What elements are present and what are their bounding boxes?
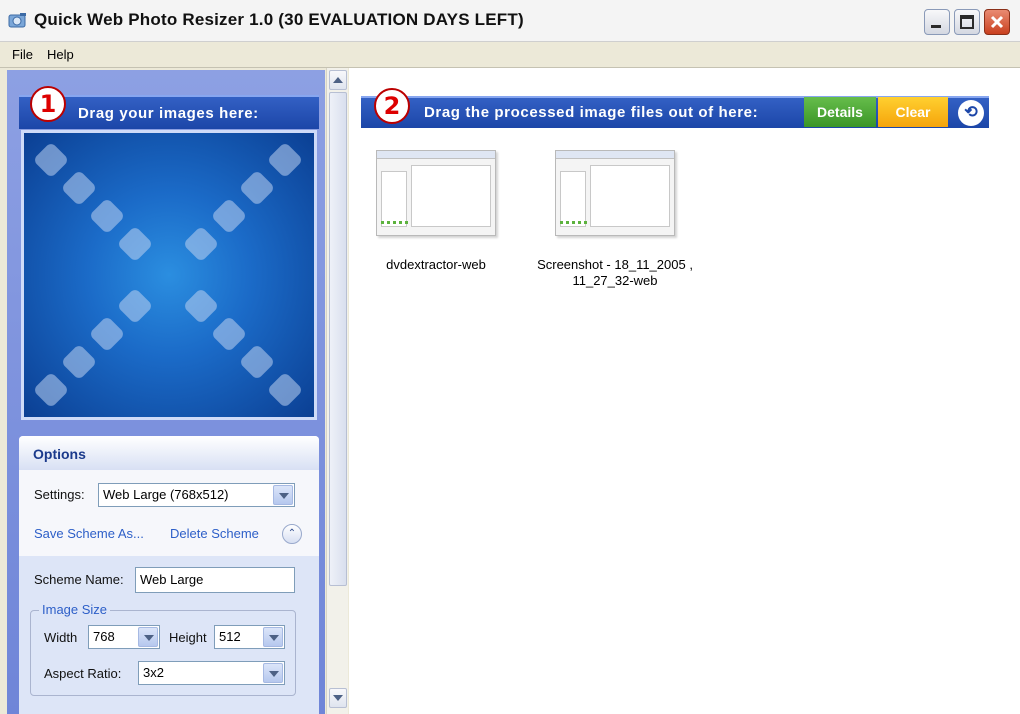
minimize-button[interactable] <box>924 9 950 35</box>
aspect-ratio-label: Aspect Ratio: <box>44 666 122 681</box>
width-value: 768 <box>93 629 115 644</box>
decor-diamond <box>116 225 154 263</box>
maximize-button[interactable] <box>954 9 980 35</box>
thumbnail-sidebar <box>381 171 407 227</box>
scroll-down-arrow-icon[interactable] <box>329 688 347 708</box>
chevron-down-icon[interactable] <box>138 627 158 647</box>
height-label: Height <box>169 630 207 645</box>
scroll-up-arrow-icon[interactable] <box>329 70 347 90</box>
output-thumbnail[interactable] <box>555 150 675 236</box>
width-label: Width <box>44 630 78 645</box>
chevron-down-icon[interactable] <box>263 663 283 683</box>
title-bar: Quick Web Photo Resizer 1.0 (30 EVALUATI… <box>0 0 1020 42</box>
thumbnail-main <box>411 165 491 227</box>
step-1-badge: 1 <box>30 86 66 122</box>
maximize-icon <box>960 15 974 29</box>
options-header: Options <box>19 436 319 470</box>
save-scheme-link[interactable]: Save Scheme As... <box>34 526 144 541</box>
scheme-name-label: Scheme Name: <box>34 572 124 587</box>
decor-diamond <box>60 343 98 381</box>
scheme-name-value: Web Large <box>140 572 204 587</box>
details-button[interactable]: Details <box>804 97 876 127</box>
menu-bar: File Help <box>0 42 1020 68</box>
close-icon <box>990 15 1004 29</box>
decor-diamond <box>266 371 304 409</box>
thumbnail-titlebar <box>556 151 674 159</box>
aspect-ratio-value: 3x2 <box>143 665 164 680</box>
thumbnail-sidebar <box>560 171 586 227</box>
image-size-legend: Image Size <box>39 602 111 617</box>
minimize-icon <box>931 25 941 28</box>
chevron-down-icon[interactable] <box>263 627 283 647</box>
output-drag-label: Drag the processed image files out of he… <box>424 104 759 121</box>
menu-help[interactable]: Help <box>47 47 74 62</box>
image-drop-zone[interactable] <box>21 130 317 420</box>
aspect-ratio-dropdown[interactable]: 3x2 <box>138 661 285 685</box>
close-button[interactable] <box>984 9 1010 35</box>
clear-button[interactable]: Clear <box>878 97 948 127</box>
decor-diamond <box>88 197 126 235</box>
thumbnail-dots <box>381 221 411 224</box>
height-value: 512 <box>219 629 241 644</box>
decor-diamond <box>116 287 154 325</box>
decor-diamond <box>88 315 126 353</box>
settings-dropdown[interactable]: Web Large (768x512) <box>98 483 295 507</box>
decor-diamond <box>182 225 220 263</box>
scrollbar-thumb[interactable] <box>329 92 347 586</box>
decor-diamond <box>182 287 220 325</box>
output-thumbnail[interactable] <box>376 150 496 236</box>
delete-scheme-link[interactable]: Delete Scheme <box>170 526 259 541</box>
file-name-line-2: 11_27_32-web <box>572 273 658 288</box>
thumbnail-titlebar <box>377 151 495 159</box>
decor-diamond <box>32 141 70 179</box>
file-name-line-1: Screenshot - 18_11_2005 , <box>537 257 693 272</box>
refresh-icon[interactable]: ⟲ <box>958 100 984 126</box>
left-panel-scrollbar[interactable] <box>326 68 348 714</box>
menu-file[interactable]: File <box>12 47 33 62</box>
decor-diamond <box>238 169 276 207</box>
options-title: Options <box>33 446 86 462</box>
height-dropdown[interactable]: 512 <box>214 625 285 649</box>
decor-diamond <box>60 169 98 207</box>
width-dropdown[interactable]: 768 <box>88 625 160 649</box>
window-title: Quick Web Photo Resizer 1.0 (30 EVALUATI… <box>34 10 524 29</box>
decor-diamond <box>266 141 304 179</box>
file-name: dvdextractor-web <box>386 257 486 272</box>
decor-diamond <box>32 371 70 409</box>
decor-diamond <box>238 343 276 381</box>
thumbnail-main <box>590 165 670 227</box>
decor-diamond <box>210 315 248 353</box>
chevron-down-icon[interactable] <box>273 485 293 505</box>
settings-label: Settings: <box>34 487 85 502</box>
collapse-icon[interactable]: ⌃ <box>282 524 302 544</box>
settings-value: Web Large (768x512) <box>103 487 229 502</box>
decor-diamond <box>210 197 248 235</box>
app-icon <box>8 13 26 28</box>
input-drag-label: Drag your images here: <box>78 105 259 122</box>
scheme-name-input[interactable]: Web Large <box>135 567 295 593</box>
thumbnail-dots <box>560 221 590 224</box>
step-2-badge: 2 <box>374 88 410 124</box>
